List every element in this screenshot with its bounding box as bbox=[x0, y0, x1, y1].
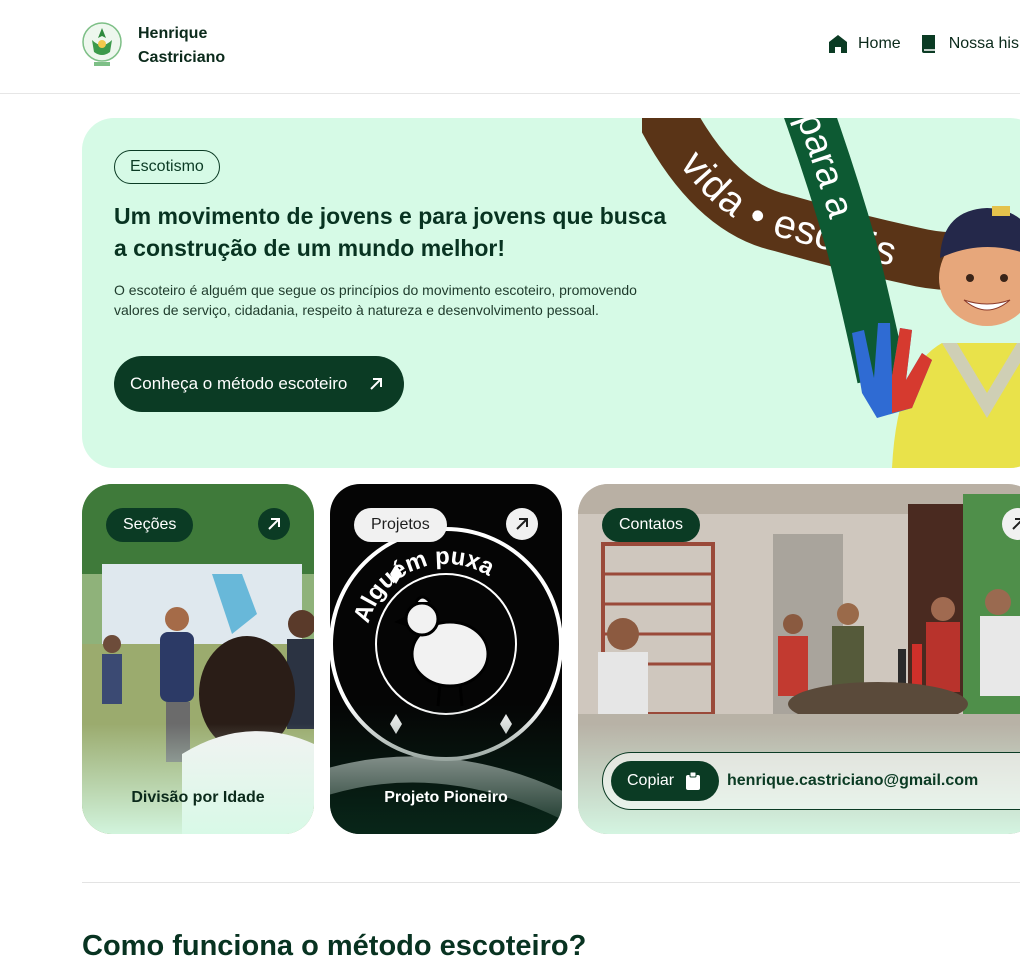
brand-name[interactable]: Henrique Castriciano bbox=[138, 22, 225, 70]
card-projects-tag: Projetos bbox=[354, 508, 447, 542]
arrow-up-right-icon bbox=[268, 518, 280, 530]
hero-cta-button[interactable]: Conheça o método escoteiro bbox=[114, 356, 404, 412]
card-projects-fade bbox=[330, 704, 562, 834]
card-sections-fade bbox=[82, 724, 314, 834]
hero-title: Um movimento de jovens e para jovens que… bbox=[114, 203, 667, 261]
email-copy-bar: Copiar henrique.castriciano@gmail.com bbox=[602, 752, 1020, 810]
card-projects-arrow-button[interactable] bbox=[506, 508, 538, 540]
hero-banner: Escotismo Um movimento de jovens e para … bbox=[82, 118, 1020, 468]
card-projects[interactable]: Alguém puxa Projetos Projeto Pioneiro bbox=[330, 484, 562, 834]
nav-item-home-label: Home bbox=[858, 35, 901, 52]
arrow-up-right-icon bbox=[1012, 518, 1020, 530]
card-sections-caption: Divisão por Idade bbox=[131, 789, 265, 806]
section-divider bbox=[82, 882, 1020, 883]
hero-cta-label: Conheça o método escoteiro bbox=[130, 374, 348, 393]
copy-email-button-label: Copiar bbox=[627, 772, 675, 789]
card-sections-arrow-button[interactable] bbox=[258, 508, 290, 540]
hero-description: O escoteiro é alguém que segue os princí… bbox=[114, 282, 637, 318]
section-title: Como funciona o método escoteiro? bbox=[82, 930, 587, 962]
book-icon bbox=[921, 35, 935, 53]
logo-icon[interactable] bbox=[80, 20, 124, 70]
card-sections[interactable]: Seções Divisão por Idade bbox=[82, 484, 314, 834]
card-contacts-tag: Contatos bbox=[602, 508, 701, 542]
brand-line-1: Henrique bbox=[138, 25, 208, 42]
card-contacts[interactable]: Contatos Copiar henrique.castriciano@gma… bbox=[578, 484, 1020, 834]
card-sections-tag: Seções bbox=[106, 508, 194, 542]
main-nav: Home Nossa his bbox=[828, 34, 1020, 54]
arrow-up-right-icon bbox=[516, 518, 528, 530]
hero-tag: Escotismo bbox=[114, 150, 220, 184]
card-projects-caption: Projeto Pioneiro bbox=[384, 789, 508, 806]
site-header: Henrique Castriciano Home Nossa his bbox=[0, 0, 1020, 94]
hero-illustration: vida • escotis para a jo bbox=[642, 118, 1020, 468]
nav-item-home[interactable]: Home bbox=[828, 34, 901, 54]
nav-item-history[interactable]: Nossa his bbox=[919, 34, 1019, 54]
clipboard-icon bbox=[686, 772, 701, 790]
brand-line-2: Castriciano bbox=[138, 49, 226, 66]
contact-email[interactable]: henrique.castriciano@gmail.com bbox=[727, 772, 978, 790]
arrow-up-right-icon bbox=[370, 378, 382, 390]
home-icon bbox=[829, 35, 847, 53]
copy-email-button[interactable]: Copiar bbox=[611, 761, 719, 801]
nav-item-history-label: Nossa his bbox=[948, 35, 1019, 52]
